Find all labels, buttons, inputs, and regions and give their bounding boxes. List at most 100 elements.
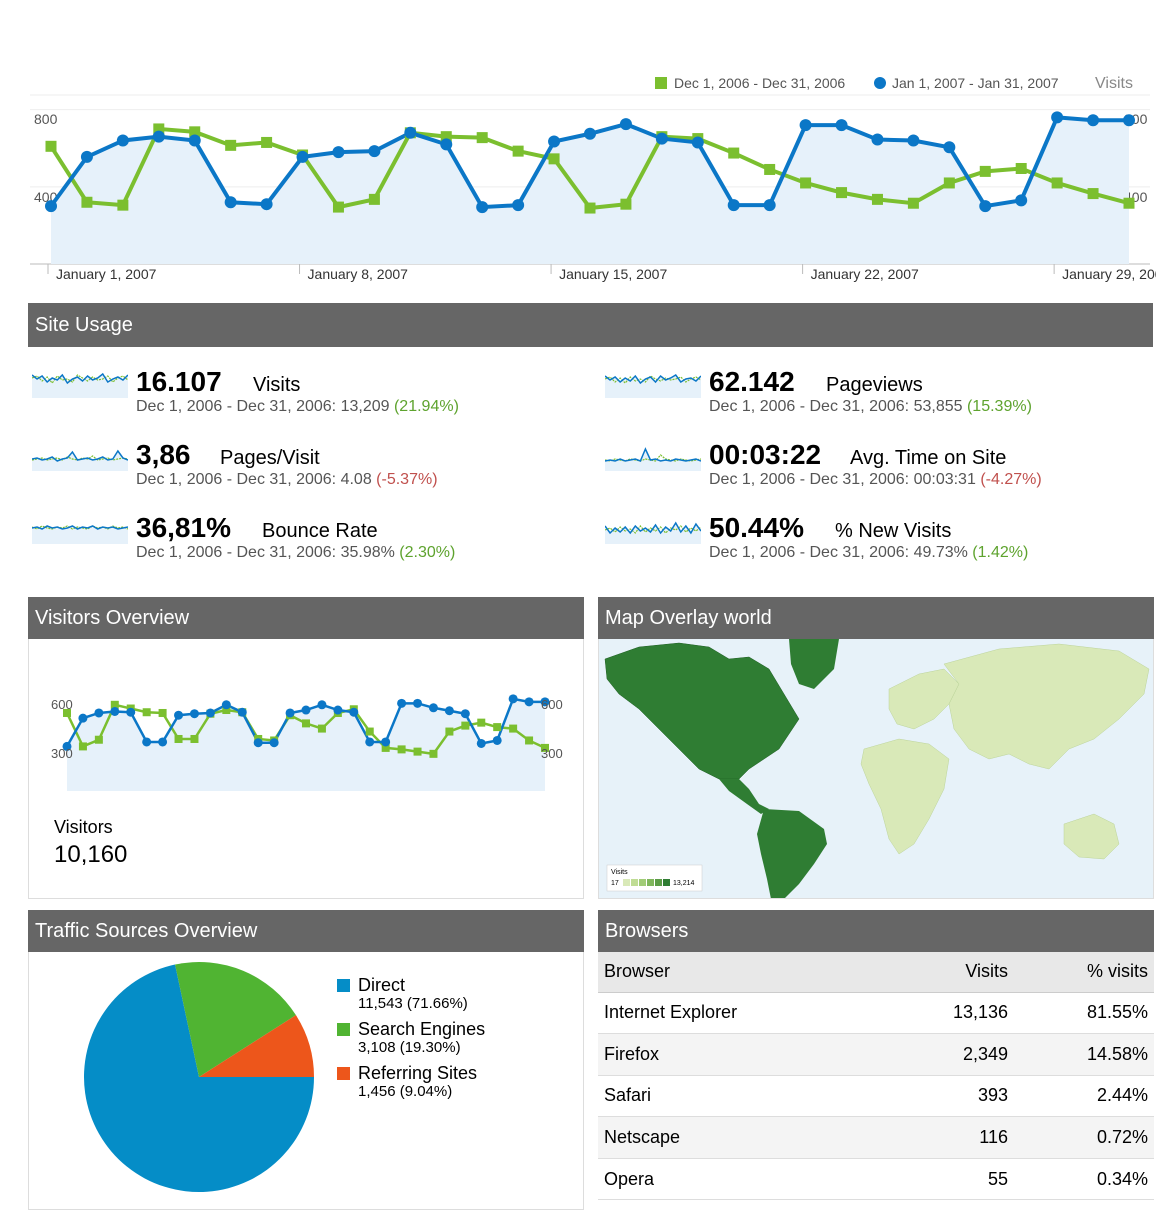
legend-swatch [337,1067,350,1080]
x-tick-label: January 15, 2007 [559,266,667,282]
data-point-jan [126,707,136,717]
col-browser[interactable]: Browser [598,952,864,993]
data-point-jan [332,146,345,159]
data-point-jan [174,710,184,720]
data-point-jan [440,138,453,151]
map-overlay-panel: Visits 17 13,214 [598,639,1154,899]
data-point-dec [94,735,103,744]
data-point-jan [727,199,740,212]
browser-pct: 14.58% [1014,1033,1154,1076]
metric-selector[interactable]: Visits [1095,75,1133,92]
metric-compare: Dec 1, 2006 - Dec 31, 2006: 4.08 (-5.37%… [136,471,438,488]
data-point-jan [476,738,486,748]
legend-swatch-dec [655,77,667,89]
sparkline-area [32,451,128,471]
visitors-overview-title: Visitors Overview [35,606,190,629]
legend-swatch [337,1023,350,1036]
metric-label: Pages/Visit [220,447,320,469]
browser-visits: 55 [864,1158,1014,1201]
data-point-jan [428,703,438,713]
traffic-sources-header: Traffic Sources Overview [28,910,584,952]
data-point-dec [117,199,129,211]
pageviews-sparkline [605,374,701,398]
data-point-jan [508,694,518,704]
metric-label: Avg. Time on Site [850,447,1007,469]
col-visits[interactable]: Visits [864,952,1014,993]
browser-name[interactable]: Internet Explorer [598,992,864,1035]
avg-time-sparkline [605,447,701,471]
metric-visits[interactable]: 16.107 Visits Dec 1, 2006 - Dec 31, 2006… [32,366,552,430]
data-point-jan [296,150,309,163]
data-point-jan [404,126,417,139]
legend-label-dec: Dec 1, 2006 - Dec 31, 2006 [674,75,845,91]
metric-avg-time[interactable]: 00:03:22 Avg. Time on Site Dec 1, 2006 -… [605,439,1145,503]
data-point-jan [444,706,454,716]
table-row[interactable]: Safari 393 2.44% [598,1075,1154,1118]
metric-compare: Dec 1, 2006 - Dec 31, 2006: 00:03:31 (-4… [709,471,1042,488]
data-point-jan [1051,111,1064,124]
visitors-overview-header: Visitors Overview [28,597,584,639]
world-map[interactable]: Visits 17 13,214 [599,639,1154,899]
metric-value: 50.44% [709,512,804,543]
data-point-dec [871,193,883,205]
browsers-table: Browser Visits % visits Internet Explore… [598,952,1154,1201]
data-point-jan [260,198,273,211]
data-point-dec [943,177,955,189]
data-point-jan [763,199,776,212]
metric-change: (-5.37%) [376,471,438,488]
data-point-jan [655,132,668,145]
chart-legend: Dec 1, 2006 - Dec 31, 2006 Jan 1, 2007 -… [655,75,1133,92]
data-point-jan [365,737,375,747]
data-point-jan [492,735,502,745]
legend-label: Direct [358,975,406,995]
metric-pages-visit[interactable]: 3,86 Pages/Visit Dec 1, 2006 - Dec 31, 2… [32,439,552,503]
data-point-jan [110,706,120,716]
col-pct-visits[interactable]: % visits [1014,952,1154,993]
metric-pageviews[interactable]: 62.142 Pageviews Dec 1, 2006 - Dec 31, 2… [605,366,1145,430]
visits-sparkline [32,372,128,398]
data-point-dec [800,177,812,189]
data-point-dec [368,193,380,205]
metric-label: Pageviews [826,374,923,396]
data-point-jan [413,698,423,708]
data-point-jan [368,145,381,158]
browser-name[interactable]: Opera [598,1158,864,1201]
table-row[interactable]: Internet Explorer 13,136 81.55% [598,992,1154,1035]
metric-change: (2.30%) [399,544,456,561]
data-point-jan [691,136,704,149]
table-row[interactable]: Firefox 2,349 14.58% [598,1033,1154,1076]
data-point-dec [397,745,406,754]
table-row[interactable]: Opera 55 0.34% [598,1158,1154,1201]
data-point-jan [269,738,279,748]
x-axis-labels: January 1, 2007 January 8, 2007 January 15… [47,264,1156,282]
data-point-jan [799,119,812,132]
browser-name[interactable]: Firefox [598,1033,864,1076]
data-point-jan [285,708,295,718]
data-point-dec [174,734,183,743]
metric-change: (-4.27%) [980,471,1042,488]
x-tick-label: January 29, 2007 [1062,266,1156,282]
metric-bounce-rate[interactable]: 36,81% Bounce Rate Dec 1, 2006 - Dec 31,… [32,512,552,576]
browsers-header: Browsers [598,910,1154,952]
metric-new-visits[interactable]: 50.44% % New Visits Dec 1, 2006 - Dec 31… [605,512,1145,576]
data-point-dec [979,165,991,177]
data-point-dec [365,727,374,736]
browsers-title: Browsers [605,919,689,942]
metric-label: Bounce Rate [262,520,378,542]
browser-visits: 13,136 [864,992,1014,1035]
metric-label: % New Visits [835,520,952,542]
browser-name[interactable]: Safari [598,1075,864,1118]
metric-compare: Dec 1, 2006 - Dec 31, 2006: 35.98% (2.30… [136,544,456,561]
browser-visits: 116 [864,1116,1014,1159]
browser-name[interactable]: Netscape [598,1116,864,1159]
data-point-dec [764,163,776,175]
legend-detail: 3,108 (19.30%) [358,1039,461,1056]
data-point-jan [188,134,201,147]
legend-swatch [337,979,350,992]
table-row[interactable]: Netscape 116 0.72% [598,1116,1154,1159]
data-point-jan [253,738,263,748]
data-point-dec [158,708,167,717]
data-point-dec [461,721,470,730]
data-point-dec [728,147,740,159]
visitors-label: Visitors [54,817,113,837]
